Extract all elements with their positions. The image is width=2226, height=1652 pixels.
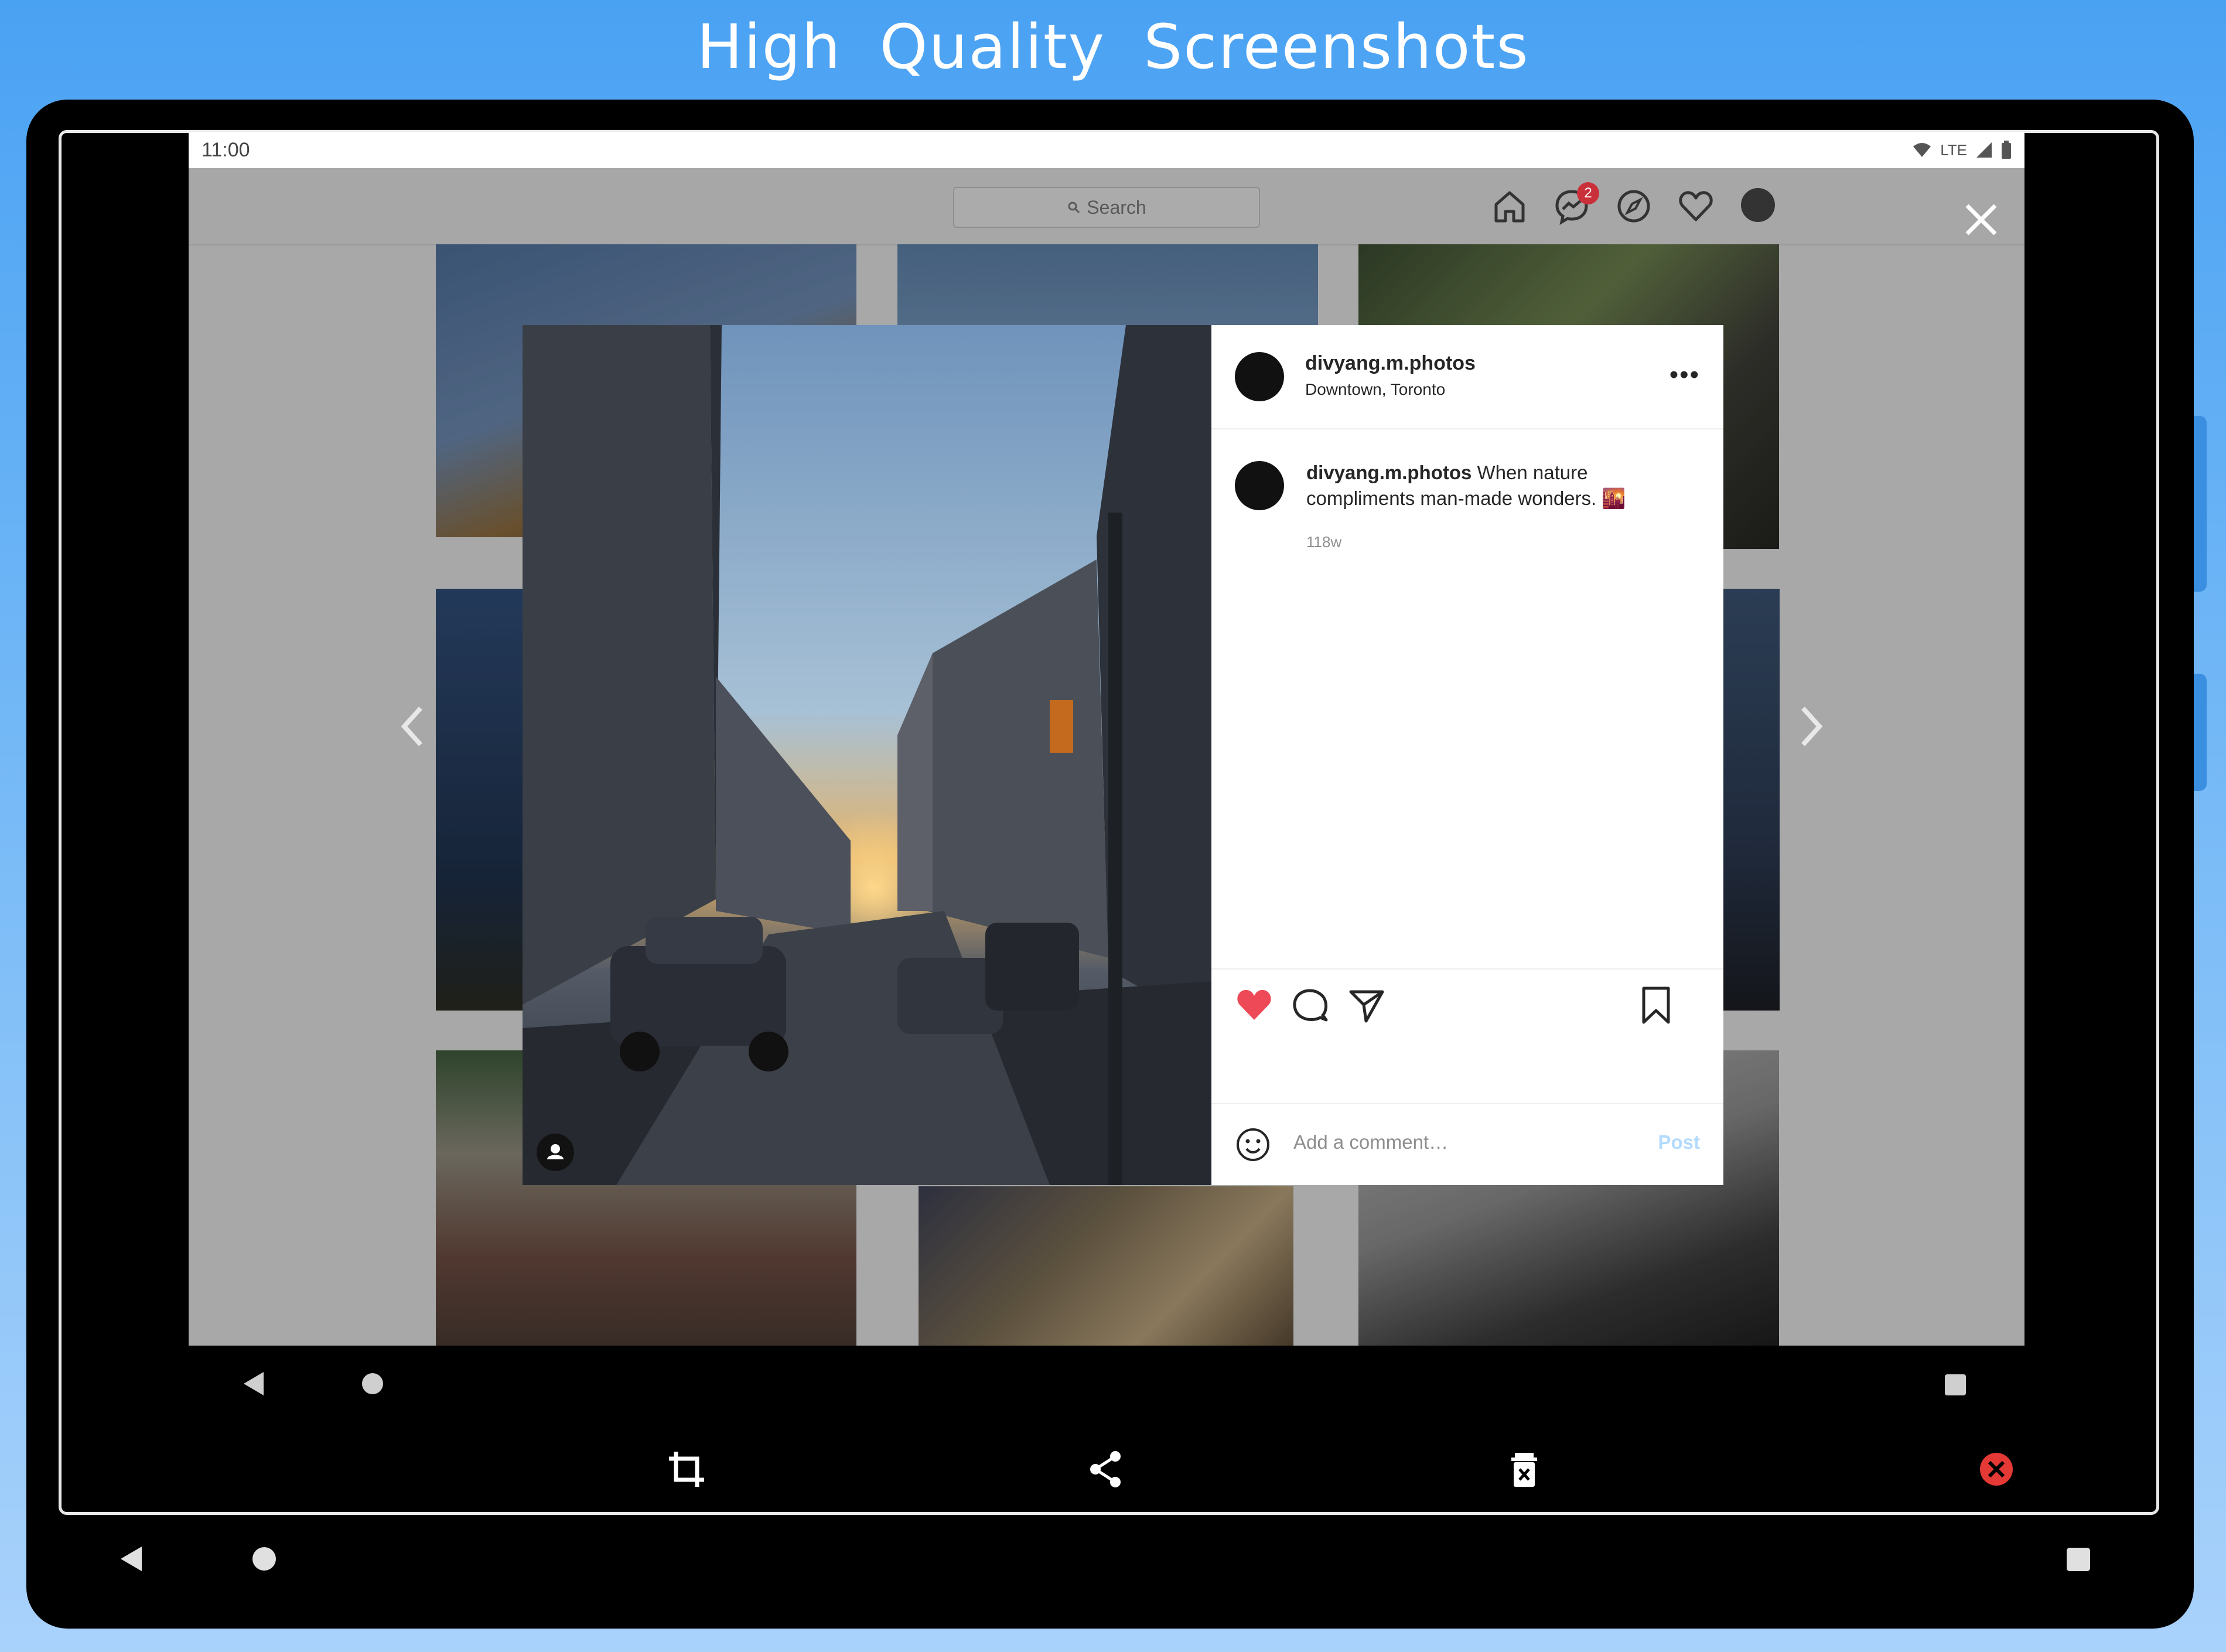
next-arrow-icon[interactable] xyxy=(1794,700,1829,753)
inner-recents-icon[interactable] xyxy=(1944,1373,1967,1397)
post-photo[interactable] xyxy=(523,325,1211,1185)
signal-icon xyxy=(1976,142,1992,158)
comment-icon[interactable] xyxy=(1290,985,1331,1026)
person-icon xyxy=(547,1144,564,1159)
inner-home-icon[interactable] xyxy=(360,1371,385,1397)
grid-thumbnail[interactable] xyxy=(897,244,1318,326)
search-input[interactable]: Search xyxy=(953,187,1260,228)
delete-icon[interactable] xyxy=(1503,1448,1545,1490)
bookmark-icon[interactable] xyxy=(1636,985,1677,1026)
wifi-icon xyxy=(1913,143,1931,157)
caption-username[interactable]: divyang.m.photos xyxy=(1306,462,1472,483)
post-actions xyxy=(1211,968,1723,1028)
device-screen: 11:00 LTE Search 2 divyang.m.photos Down… xyxy=(189,132,2024,1346)
post-details-panel: divyang.m.photos Downtown, Toronto ••• d… xyxy=(1211,325,1723,1185)
comment-composer: Add a comment… Post xyxy=(1211,1103,1723,1186)
notification-badge: 2 xyxy=(1577,182,1599,204)
activity-heart-icon[interactable] xyxy=(1677,187,1715,226)
tagged-people-button[interactable] xyxy=(537,1134,574,1171)
network-label: LTE xyxy=(1940,141,1967,159)
home-icon[interactable] xyxy=(1490,187,1529,226)
author-avatar[interactable] xyxy=(1235,352,1284,401)
share-direct-icon[interactable] xyxy=(1346,985,1387,1026)
explore-icon[interactable] xyxy=(1614,187,1653,226)
app-topbar: Search 2 xyxy=(189,168,2024,245)
power-button xyxy=(2194,674,2207,791)
post-age[interactable]: 118w xyxy=(1306,533,1341,551)
post-caption: divyang.m.photos When nature compliments… xyxy=(1306,460,1681,511)
status-icons: LTE xyxy=(1912,141,2012,159)
search-icon xyxy=(1068,202,1080,214)
cancel-icon[interactable] xyxy=(1975,1448,2017,1490)
author-username[interactable]: divyang.m.photos xyxy=(1305,352,1476,375)
like-heart-icon[interactable] xyxy=(1234,985,1275,1026)
crop-icon[interactable] xyxy=(665,1448,708,1490)
status-time: 11:00 xyxy=(202,138,250,161)
profile-avatar[interactable] xyxy=(1741,188,1775,222)
caption-author-avatar[interactable] xyxy=(1235,461,1284,510)
volume-button xyxy=(2194,416,2207,592)
comment-input[interactable]: Add a comment… xyxy=(1293,1131,1448,1153)
recents-icon[interactable] xyxy=(2065,1547,2091,1572)
search-placeholder: Search xyxy=(1087,196,1146,218)
inner-back-icon[interactable] xyxy=(240,1370,268,1398)
street-photo-image xyxy=(523,325,1211,1185)
home-button-icon[interactable] xyxy=(251,1545,278,1572)
more-options-icon[interactable]: ••• xyxy=(1670,360,1700,390)
post-header: divyang.m.photos Downtown, Toronto ••• xyxy=(1211,325,1723,429)
share-icon[interactable] xyxy=(1085,1448,1127,1490)
battery-icon xyxy=(2002,141,2011,159)
banner-title: High Quality Screenshots xyxy=(697,11,1529,83)
post-modal: divyang.m.photos Downtown, Toronto ••• d… xyxy=(523,325,1723,1185)
post-comment-button[interactable]: Post xyxy=(1658,1131,1700,1153)
previous-arrow-icon[interactable] xyxy=(395,700,430,753)
grid-thumbnail[interactable] xyxy=(919,1186,1293,1346)
close-icon[interactable] xyxy=(1958,196,2005,243)
emoji-icon[interactable] xyxy=(1235,1127,1271,1163)
post-location[interactable]: Downtown, Toronto xyxy=(1305,380,1445,399)
back-icon[interactable] xyxy=(117,1544,146,1574)
grid-thumbnail[interactable] xyxy=(436,589,530,1011)
status-bar: 11:00 LTE xyxy=(189,132,2024,168)
